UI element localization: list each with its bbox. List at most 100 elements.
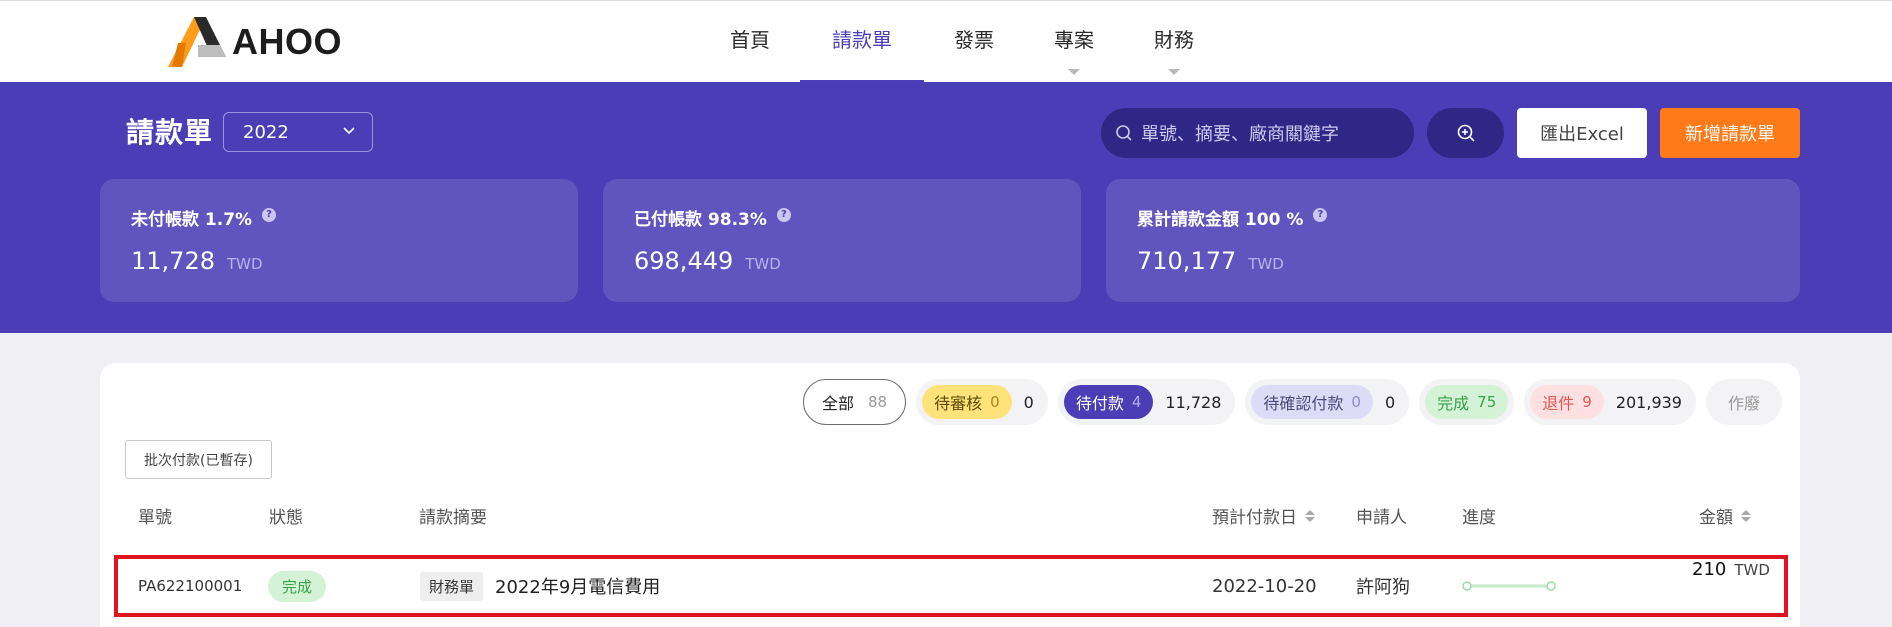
filter-returned-pill: 退件 9 — [1530, 385, 1604, 419]
filter-to-confirm-count: 0 — [1351, 393, 1361, 411]
status-filter-tabs: 全部 88 待審核 0 0 待付款 4 11,728 待確認付款 0 0 完成 75 退… — [793, 379, 1782, 425]
filter-returned-label: 退件 — [1542, 394, 1575, 413]
table-row[interactable]: PA622100001 完成 財務單 2022年9月電信費用 2022-10-2… — [114, 555, 1788, 617]
column-header-applicant: 申請人 — [1356, 508, 1407, 528]
filter-pending-review-pill: 待審核 0 — [922, 385, 1012, 419]
year-select[interactable]: 2022 — [223, 112, 373, 152]
filter-all-count: 88 — [868, 393, 888, 411]
filter-void-label: 作廢 — [1727, 394, 1760, 413]
row-type-tag: 財務單 — [420, 571, 484, 601]
stat-total-label-row: 累計請款金額 100 %? — [1137, 205, 1328, 230]
row-due-date: 2022-10-20 — [1212, 575, 1317, 597]
chevron-down-icon — [343, 127, 355, 135]
stat-paid-unit: TWD — [745, 255, 781, 273]
main-nav: 首頁 請款單 發票 專案 財務 — [700, 1, 1224, 83]
nav-projects[interactable]: 專案 — [1024, 1, 1124, 83]
progress-track — [1462, 581, 1556, 591]
row-id: PA622100001 — [138, 577, 243, 595]
row-summary: 財務單 2022年9月電信費用 — [420, 559, 660, 613]
filter-returned[interactable]: 退件 9 201,939 — [1524, 379, 1696, 425]
stat-unpaid-unit: TWD — [226, 255, 263, 273]
page-title: 請款單 — [126, 116, 214, 149]
column-header-due-date[interactable]: 預計付款日 — [1212, 503, 1315, 528]
summary-band: 請款單 2022 單號、摘要、廠商關鍵字 匯出Excel 新增請款單 未付帳款 … — [0, 82, 1892, 333]
column-header-due-date-label: 預計付款日 — [1212, 508, 1297, 528]
filter-pending-review-label: 待審核 — [934, 394, 983, 413]
column-header-amount[interactable]: 金額 — [1699, 503, 1751, 528]
stat-total-value: 710,177 — [1137, 247, 1237, 275]
search-placeholder: 單號、摘要、廠商關鍵字 — [1141, 124, 1339, 145]
nav-invoices-label: 發票 — [954, 27, 994, 52]
stat-total-unit: TWD — [1248, 255, 1284, 273]
filter-all-label: 全部 — [821, 394, 854, 413]
filter-void[interactable]: 作廢 — [1705, 379, 1782, 425]
nav-finance[interactable]: 財務 — [1124, 1, 1224, 83]
filter-to-pay-amount: 11,728 — [1165, 392, 1222, 412]
brand-name: AHOO — [232, 21, 342, 62]
stat-total-value-row: 710,177 TWD — [1137, 247, 1284, 275]
sort-icon — [1741, 509, 1751, 522]
stat-unpaid-label: 未付帳款 1.7% — [131, 210, 253, 230]
filter-done-label: 完成 — [1437, 394, 1470, 413]
stat-paid-value-row: 698,449 TWD — [634, 247, 781, 275]
stat-total-label: 累計請款金額 100 % — [1137, 210, 1304, 230]
row-amount-unit: TWD — [1734, 561, 1770, 579]
help-icon[interactable]: ? — [776, 207, 791, 222]
column-header-summary: 請款摘要 — [419, 508, 487, 528]
ahoo-logo-icon — [168, 17, 226, 67]
new-request-button[interactable]: 新增請款單 — [1660, 108, 1800, 158]
filter-returned-amount: 201,939 — [1615, 392, 1682, 412]
row-summary-text: 2022年9月電信費用 — [495, 577, 661, 598]
batch-payment-button[interactable]: 批次付款(已暫存) — [125, 440, 272, 479]
filter-done[interactable]: 完成 75 — [1419, 379, 1515, 425]
stat-unpaid-value: 11,728 — [131, 247, 215, 275]
filter-done-pill: 完成 75 — [1425, 385, 1509, 419]
column-header-status: 狀態 — [269, 508, 303, 528]
stat-unpaid-value-row: 11,728 TWD — [131, 247, 263, 275]
nav-finance-caret-icon — [1168, 69, 1180, 75]
filter-all[interactable]: 全部 88 — [802, 379, 907, 425]
filter-pending-review-amount: 0 — [1023, 392, 1034, 412]
row-status: 完成 — [268, 559, 327, 613]
nav-requests[interactable]: 請款單 — [800, 1, 924, 83]
row-applicant: 許阿狗 — [1356, 577, 1410, 598]
status-badge: 完成 — [268, 570, 327, 602]
filter-to-confirm-amount: 0 — [1384, 392, 1396, 412]
stat-paid-label: 已付帳款 98.3% — [634, 210, 767, 230]
advanced-search-button[interactable] — [1427, 108, 1504, 158]
nav-home-label: 首頁 — [730, 27, 770, 52]
filter-to-pay-count: 4 — [1131, 393, 1142, 411]
filter-to-confirm[interactable]: 待確認付款 0 0 — [1245, 379, 1410, 425]
nav-projects-label: 專案 — [1054, 27, 1094, 52]
search-input[interactable]: 單號、摘要、廠商關鍵字 — [1101, 108, 1414, 158]
filter-to-pay-label: 待付款 — [1075, 394, 1124, 413]
stat-card-paid: 已付帳款 98.3%? 698,449 TWD — [603, 179, 1081, 302]
top-navbar: AHOO 首頁 請款單 發票 專案 財務 — [0, 0, 1892, 83]
help-icon[interactable]: ? — [262, 207, 277, 222]
help-icon[interactable]: ? — [1313, 207, 1328, 222]
nav-home[interactable]: 首頁 — [700, 1, 800, 83]
filter-pending-review[interactable]: 待審核 0 0 — [916, 379, 1048, 425]
year-select-value: 2022 — [243, 121, 289, 143]
sort-icon — [1305, 509, 1315, 522]
nav-finance-label: 財務 — [1154, 27, 1194, 52]
stat-unpaid-label-row: 未付帳款 1.7%? — [131, 205, 277, 230]
filter-to-confirm-label: 待確認付款 — [1263, 394, 1344, 413]
column-header-amount-label: 金額 — [1699, 508, 1733, 528]
filter-pending-review-count: 0 — [990, 393, 1000, 411]
filter-to-pay[interactable]: 待付款 4 11,728 — [1057, 379, 1236, 425]
stat-card-unpaid: 未付帳款 1.7%? 11,728 TWD — [100, 179, 578, 302]
zoom-in-icon — [1457, 124, 1475, 142]
row-amount-value: 210 — [1692, 559, 1727, 580]
stat-paid-value: 698,449 — [634, 247, 734, 275]
search-icon — [1115, 124, 1133, 142]
stat-paid-label-row: 已付帳款 98.3%? — [634, 205, 791, 230]
row-amount: 210 TWD — [1692, 559, 1770, 613]
filter-to-pay-pill: 待付款 4 — [1063, 385, 1154, 419]
brand-logo[interactable]: AHOO — [168, 17, 342, 67]
row-progress — [1462, 559, 1556, 613]
column-header-id: 單號 — [138, 508, 172, 528]
export-excel-button[interactable]: 匯出Excel — [1517, 108, 1647, 158]
nav-invoices[interactable]: 發票 — [924, 1, 1024, 83]
stat-card-total: 累計請款金額 100 %? 710,177 TWD — [1106, 179, 1800, 302]
